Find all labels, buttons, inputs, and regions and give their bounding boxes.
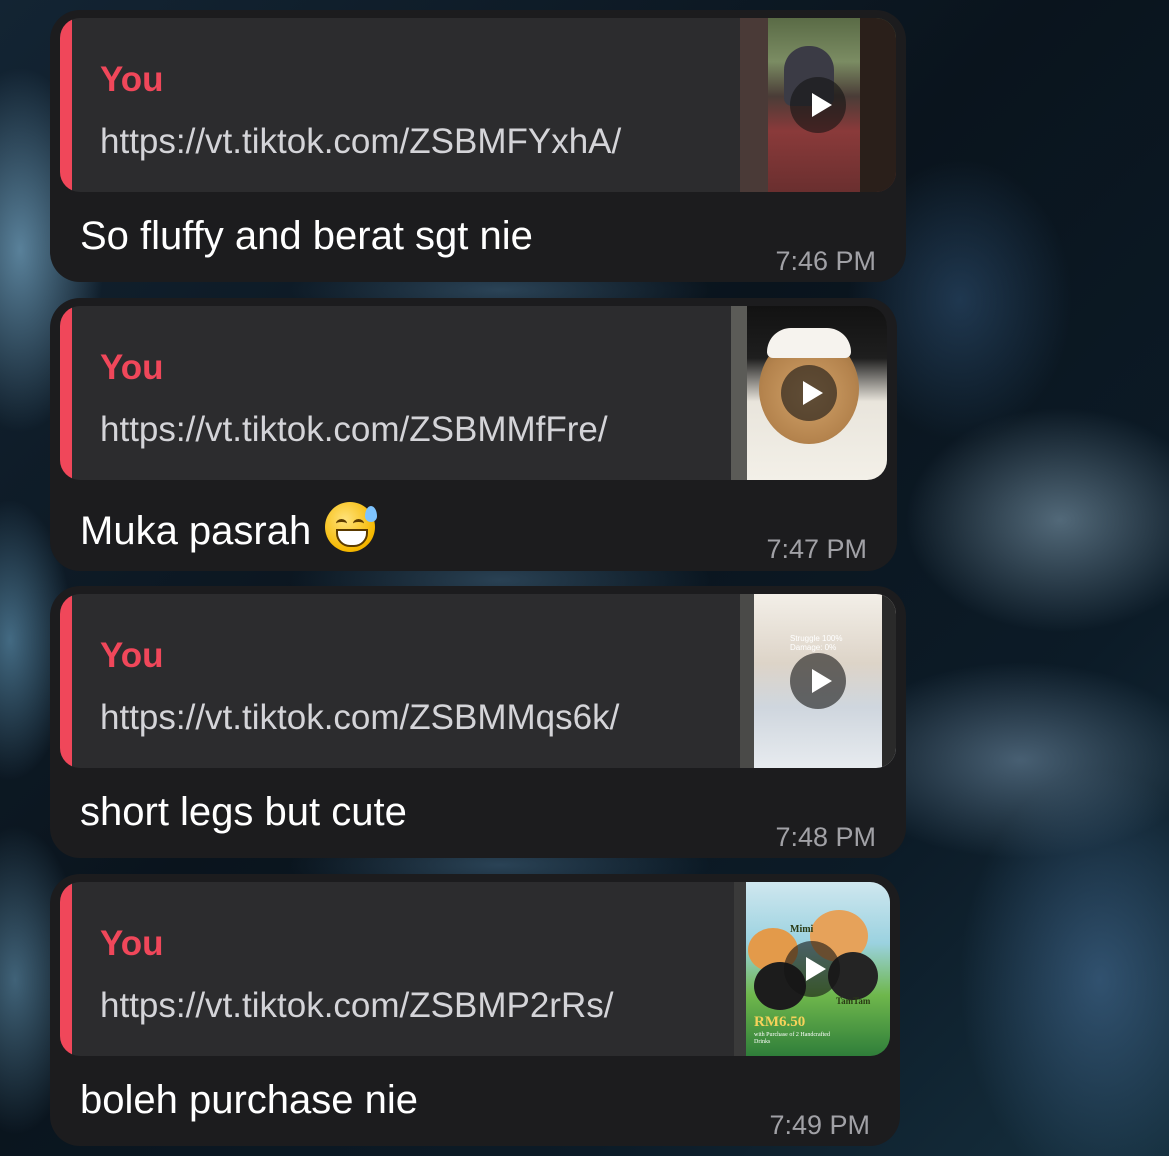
video-thumbnail[interactable]: Struggle 100% Damage: 0% [740, 594, 896, 768]
video-play-icon[interactable] [784, 941, 840, 997]
message-timestamp: 7:46 PM [775, 246, 876, 276]
message-bubble[interactable]: You https://vt.tiktok.com/ZSBMP2rRs/ Mim… [50, 874, 900, 1146]
message-text-body: Muka pasrah [80, 509, 312, 553]
quote-sender: You [100, 60, 164, 99]
grinning-face-with-sweat-emoji-icon [325, 502, 378, 552]
message-text: So fluffy and berat sgt nie [80, 214, 533, 258]
video-thumbnail[interactable] [731, 306, 887, 480]
thumbnail-price-note: with Purchase of 2 Handcrafted Drinks [754, 1032, 830, 1045]
message-text: boleh purchase nie [80, 1078, 419, 1122]
message-timestamp: 7:48 PM [775, 822, 876, 852]
thumbnail-price: RM6.50 [754, 1014, 806, 1030]
message-bubble[interactable]: You https://vt.tiktok.com/ZSBMFYxhA/ So … [50, 10, 906, 282]
link-preview-quote[interactable]: You https://vt.tiktok.com/ZSBMMqs6k/ Str… [60, 594, 896, 768]
quote-link[interactable]: https://vt.tiktok.com/ZSBMP2rRs/ [100, 986, 613, 1026]
message-bubble[interactable]: You https://vt.tiktok.com/ZSBMMqs6k/ Str… [50, 586, 906, 858]
message-text: Muka pasrah [80, 502, 378, 554]
quote-link[interactable]: https://vt.tiktok.com/ZSBMMqs6k/ [100, 698, 619, 738]
quote-sender: You [100, 636, 164, 675]
quote-sender: You [100, 348, 164, 387]
quote-accent-bar [60, 594, 72, 768]
video-thumbnail[interactable]: Mimi TamTam RM6.50 with Purchase of 2 Ha… [734, 882, 890, 1056]
thumbnail-label: Mimi [790, 924, 814, 935]
thumbnail-label: TamTam [836, 996, 871, 1006]
link-preview-quote[interactable]: You https://vt.tiktok.com/ZSBMMfFre/ [60, 306, 887, 480]
thumbnail-caption: Struggle 100% Damage: 0% [790, 634, 843, 652]
quote-link[interactable]: https://vt.tiktok.com/ZSBMMfFre/ [100, 410, 608, 450]
quote-accent-bar [60, 306, 72, 480]
message-text: short legs but cute [80, 790, 407, 834]
message-bubble[interactable]: You https://vt.tiktok.com/ZSBMMfFre/ Muk… [50, 298, 897, 571]
video-play-icon[interactable] [781, 365, 837, 421]
quote-accent-bar [60, 882, 72, 1056]
quote-sender: You [100, 924, 164, 963]
video-play-icon[interactable] [790, 77, 846, 133]
quote-link[interactable]: https://vt.tiktok.com/ZSBMFYxhA/ [100, 122, 621, 162]
link-preview-quote[interactable]: You https://vt.tiktok.com/ZSBMP2rRs/ Mim… [60, 882, 890, 1056]
message-timestamp: 7:47 PM [766, 534, 867, 564]
video-thumbnail[interactable] [740, 18, 896, 192]
video-play-icon[interactable] [790, 653, 846, 709]
message-timestamp: 7:49 PM [769, 1110, 870, 1140]
quote-accent-bar [60, 18, 72, 192]
link-preview-quote[interactable]: You https://vt.tiktok.com/ZSBMFYxhA/ [60, 18, 896, 192]
